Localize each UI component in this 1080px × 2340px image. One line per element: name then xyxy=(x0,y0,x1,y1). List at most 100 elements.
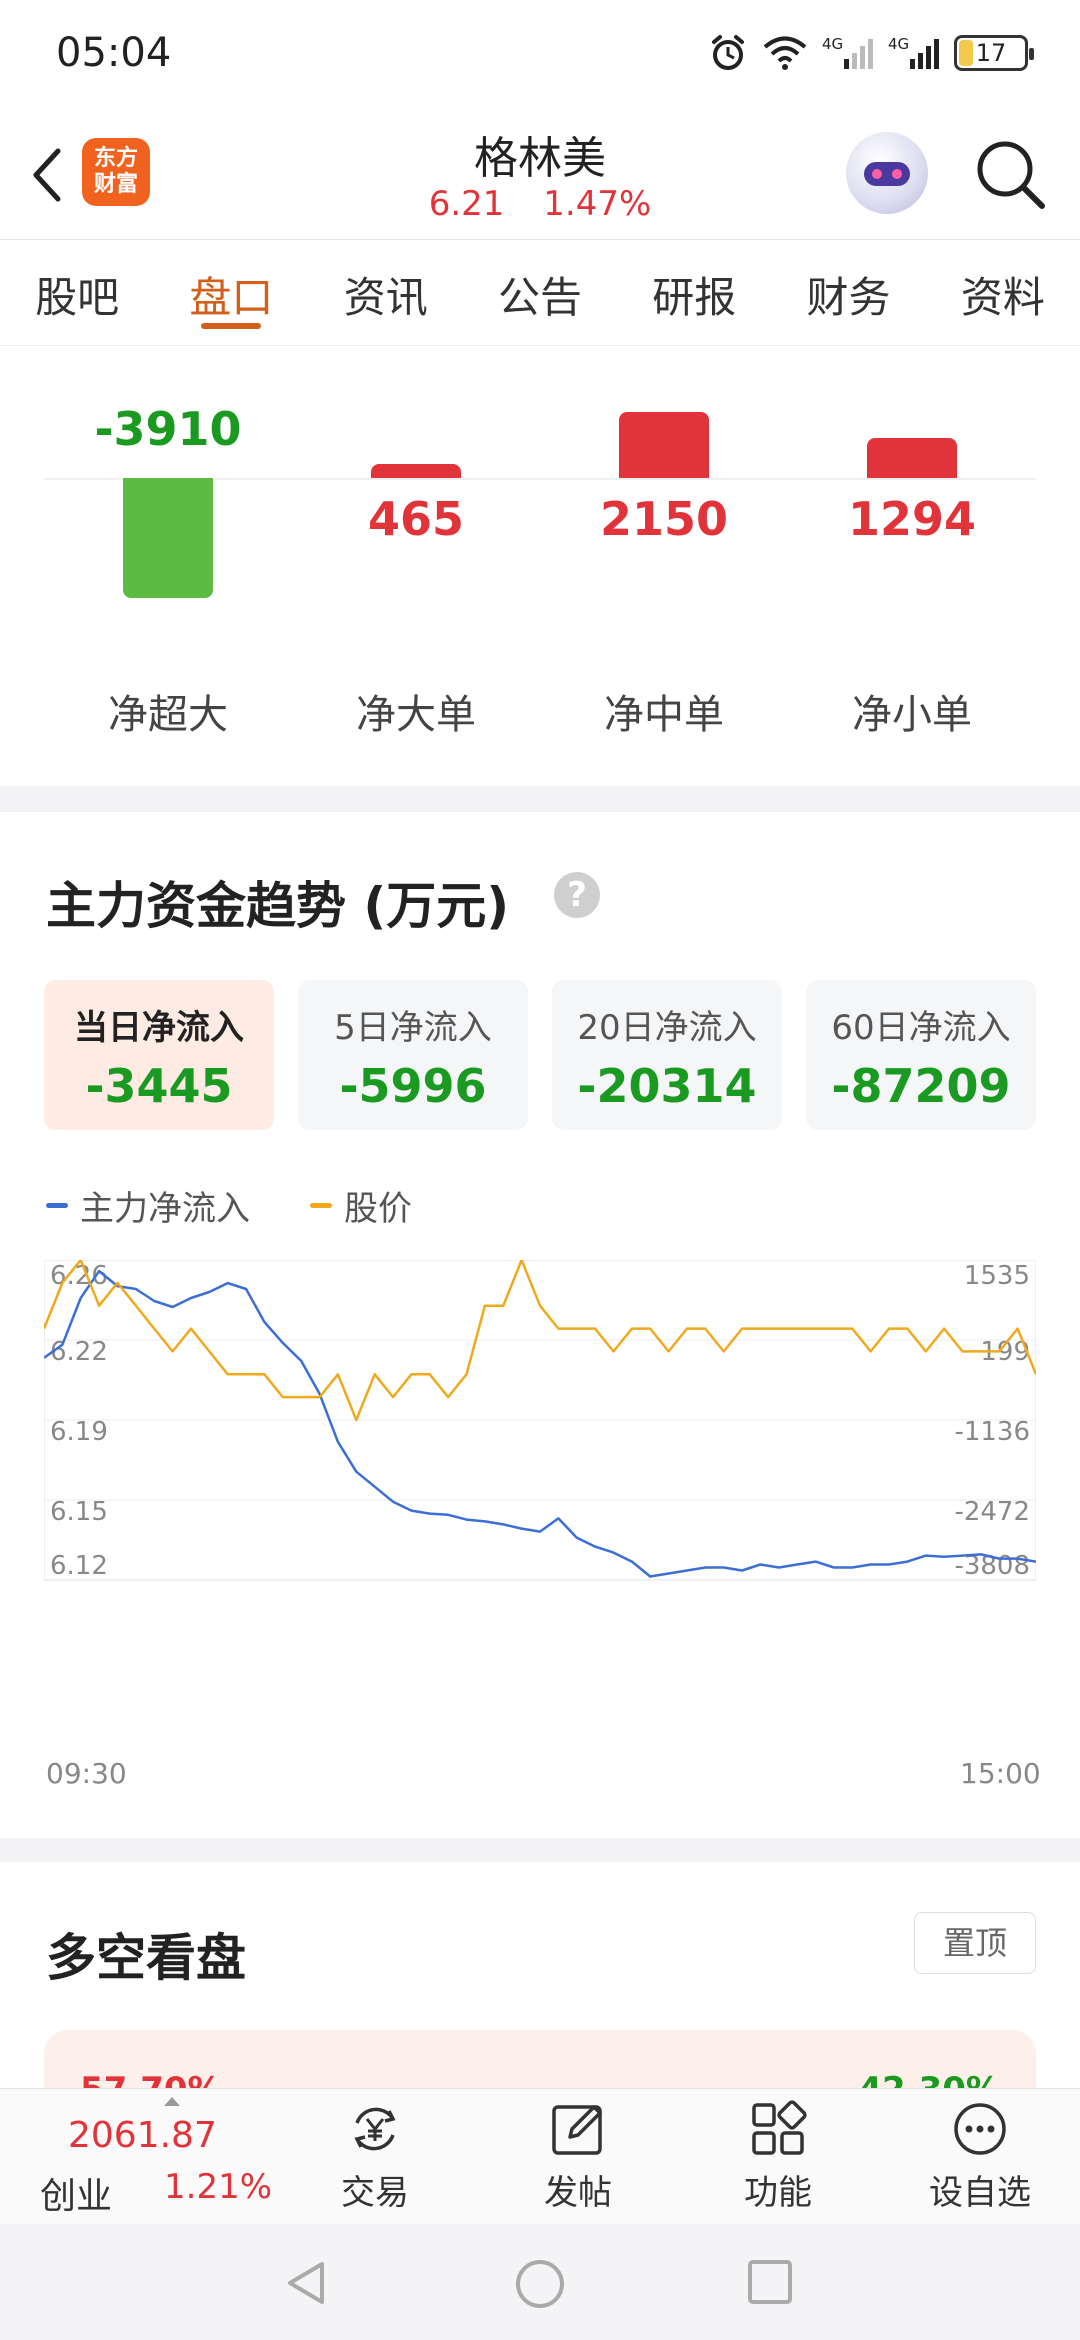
card-20day-inflow[interactable]: 20日净流入 -20314 xyxy=(552,980,782,1130)
tab-bar: 股吧 盘口 资讯 公告 研报 财务 资料 xyxy=(0,240,1080,346)
trend-title: 主力资金趋势 (万元) xyxy=(46,877,510,935)
flow-bar xyxy=(867,438,957,478)
system-nav-bar xyxy=(0,2224,1080,2340)
system-home-icon[interactable] xyxy=(514,2258,566,2310)
nav-label: 发帖 xyxy=(544,2173,612,2213)
chart-legend: 主力净流入 股价 xyxy=(46,1180,412,1230)
right-axis-tick: -2472 xyxy=(954,1497,1030,1527)
section-divider xyxy=(0,1838,1080,1862)
stock-header: 东方 财富 格林美 6.21 1.47% xyxy=(0,110,1080,240)
left-axis-tick: 6.22 xyxy=(50,1337,108,1367)
flow-bar xyxy=(371,463,461,478)
search-icon xyxy=(977,141,1045,209)
status-bar: 05:04 4G 4G 17 xyxy=(0,0,1080,110)
flow-value: 2150 xyxy=(599,492,729,546)
long-short-title: 多空看盘 xyxy=(46,1929,246,1987)
caret-up-icon xyxy=(164,2097,180,2106)
flow-column-super-large: -3910 净超大 xyxy=(68,346,268,786)
stock-price: 6.21 xyxy=(428,184,505,224)
tab-finance[interactable]: 财务 xyxy=(771,240,925,345)
x-axis-end-label: 15:00 xyxy=(960,1757,1041,1790)
alarm-icon xyxy=(712,35,744,70)
signal-label: 4G xyxy=(822,35,843,53)
series-line-main-flow xyxy=(44,1269,1036,1578)
legend-item-main-flow: 主力净流入 xyxy=(46,1181,250,1230)
battery-icon: 17 xyxy=(954,35,1034,71)
x-axis-start-label: 09:30 xyxy=(46,1757,127,1790)
card-label: 60日净流入 xyxy=(831,1008,1011,1048)
flow-label: 净小单 xyxy=(852,692,972,738)
nav-post[interactable]: 发帖 xyxy=(508,2099,648,2219)
flow-bar xyxy=(123,478,213,598)
card-label: 5日净流入 xyxy=(334,1008,492,1048)
left-axis-tick: 6.15 xyxy=(50,1497,108,1527)
index-ticker[interactable]: 2061.87 创业 1.21% xyxy=(36,2089,276,2225)
stock-change-pct: 1.47% xyxy=(543,184,652,224)
right-axis-tick: -1136 xyxy=(954,1417,1030,1447)
nav-label: 设自选 xyxy=(929,2173,1031,2213)
flow-column-medium: 2150 净中单 xyxy=(564,346,764,786)
tab-research[interactable]: 研报 xyxy=(617,240,771,345)
card-label: 20日净流入 xyxy=(577,1008,757,1048)
functions-icon xyxy=(752,2100,807,2155)
card-value: -20314 xyxy=(577,1059,757,1113)
battery-level: 17 xyxy=(975,39,1007,67)
card-value: -5996 xyxy=(339,1059,487,1113)
robot-face-icon xyxy=(864,162,910,186)
system-back-icon[interactable] xyxy=(282,2258,332,2308)
card-value: -87209 xyxy=(831,1059,1011,1113)
section-divider xyxy=(0,786,1080,812)
legend-swatch xyxy=(46,1202,68,1208)
nav-add-watchlist[interactable]: 设自选 xyxy=(910,2099,1050,2219)
flow-label: 净大单 xyxy=(356,692,476,738)
card-today-inflow[interactable]: 当日净流入 -3445 xyxy=(44,980,274,1130)
right-axis-tick: 1535 xyxy=(964,1261,1030,1291)
flow-column-small: 1294 净小单 xyxy=(812,346,1012,786)
flow-value: 465 xyxy=(367,492,465,546)
left-axis-tick: 6.12 xyxy=(50,1551,108,1581)
left-axis-tick: 6.19 xyxy=(50,1417,108,1447)
legend-swatch xyxy=(310,1202,332,1208)
assistant-avatar[interactable] xyxy=(846,132,928,214)
status-time: 05:04 xyxy=(56,30,172,76)
bottom-nav: 2061.87 创业 1.21% 交易 发帖 功能 设自选 xyxy=(0,2088,1080,2224)
nav-trade[interactable]: 交易 xyxy=(305,2099,445,2219)
left-axis-tick: 6.26 xyxy=(50,1261,108,1291)
legend-item-price: 股价 xyxy=(310,1181,412,1230)
signal-icon: 4G xyxy=(822,35,873,69)
flow-period-cards: 当日净流入 -3445 5日净流入 -5996 20日净流入 -20314 60… xyxy=(44,980,1036,1130)
flow-label: 净中单 xyxy=(604,692,724,738)
tab-guba[interactable]: 股吧 xyxy=(0,240,154,345)
card-5day-inflow[interactable]: 5日净流入 -5996 xyxy=(298,980,528,1130)
tab-news[interactable]: 资讯 xyxy=(309,240,463,345)
question-icon[interactable]: ? xyxy=(554,872,600,918)
flow-label: 净超大 xyxy=(108,692,228,738)
status-icons: 4G 4G 17 xyxy=(708,28,1034,78)
signal-label: 4G xyxy=(888,35,909,53)
card-label: 当日净流入 xyxy=(74,1008,244,1048)
pin-to-top-button[interactable]: 置顶 xyxy=(914,1912,1036,1974)
tab-pankou[interactable]: 盘口 xyxy=(154,240,308,345)
flow-value: -3910 xyxy=(94,402,242,456)
nav-label: 功能 xyxy=(744,2173,812,2213)
post-icon xyxy=(552,2105,602,2155)
signal-icon: 4G xyxy=(888,35,939,69)
index-name: 创业 xyxy=(40,2176,113,2217)
nav-label: 交易 xyxy=(341,2173,409,2213)
system-recents-icon[interactable] xyxy=(746,2258,794,2306)
card-60day-inflow[interactable]: 60日净流入 -87209 xyxy=(806,980,1036,1130)
trend-chart[interactable]: 6.26 15356.22 1996.19 -11366.15 -24726.12 -38… xyxy=(44,1260,1036,1740)
legend-label: 股价 xyxy=(344,1188,412,1229)
tab-announcements[interactable]: 公告 xyxy=(463,240,617,345)
search-button[interactable] xyxy=(972,136,1048,212)
index-value: 2061.87 xyxy=(68,2115,217,2156)
index-change: 1.21% xyxy=(164,2167,273,2207)
trade-icon xyxy=(354,2107,396,2151)
nav-functions[interactable]: 功能 xyxy=(708,2099,848,2219)
tab-profile[interactable]: 资料 xyxy=(926,240,1080,345)
flow-value: 1294 xyxy=(847,492,977,546)
card-value: -3445 xyxy=(85,1059,233,1113)
wifi-icon xyxy=(763,36,807,70)
legend-label: 主力净流入 xyxy=(80,1188,250,1229)
order-flow-chart: -3910 净超大 465 净大单 2150 净中单 1294 净小单 xyxy=(0,346,1080,786)
